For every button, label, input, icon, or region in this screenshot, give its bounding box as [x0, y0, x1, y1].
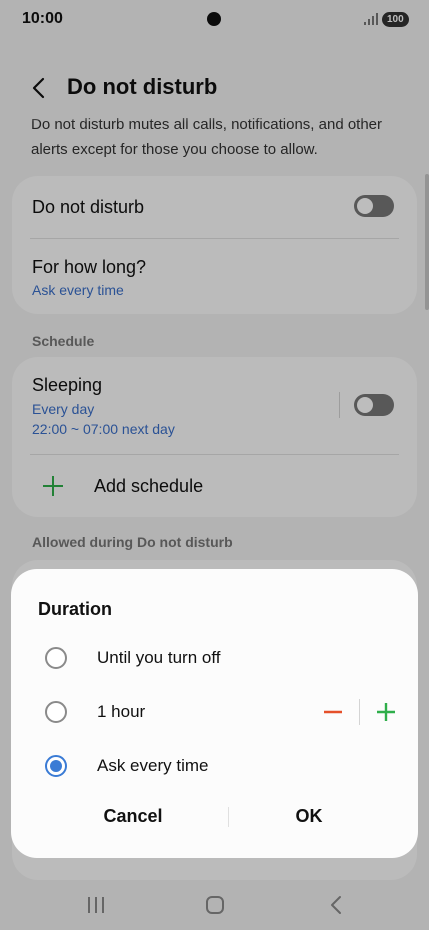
option-label: Until you turn off: [97, 648, 221, 667]
dialog-title: Duration: [38, 599, 112, 619]
option-1-hour[interactable]: 1 hour: [11, 689, 418, 735]
button-divider: [228, 807, 229, 827]
screen: 10:00 100 Do not disturb Do not disturb …: [0, 0, 429, 930]
radio-button[interactable]: [45, 701, 67, 723]
recents-icon[interactable]: [86, 896, 106, 914]
cancel-button[interactable]: Cancel: [71, 799, 195, 833]
duration-dialog: Duration Until you turn off 1 hour Ask e…: [11, 569, 418, 858]
home-icon[interactable]: [206, 896, 224, 914]
option-label: 1 hour: [97, 702, 146, 721]
minus-icon[interactable]: [322, 701, 344, 723]
radio-button[interactable]: [45, 647, 67, 669]
back-icon[interactable]: [328, 895, 344, 915]
vertical-divider: [359, 699, 360, 725]
radio-button-selected[interactable]: [45, 755, 67, 777]
navigation-bar: [0, 880, 429, 930]
ok-button[interactable]: OK: [247, 799, 371, 833]
option-ask-every-time[interactable]: Ask every time: [11, 743, 418, 789]
option-label: Ask every time: [97, 756, 209, 775]
plus-icon[interactable]: [375, 701, 397, 723]
option-until-off[interactable]: Until you turn off: [11, 635, 418, 681]
